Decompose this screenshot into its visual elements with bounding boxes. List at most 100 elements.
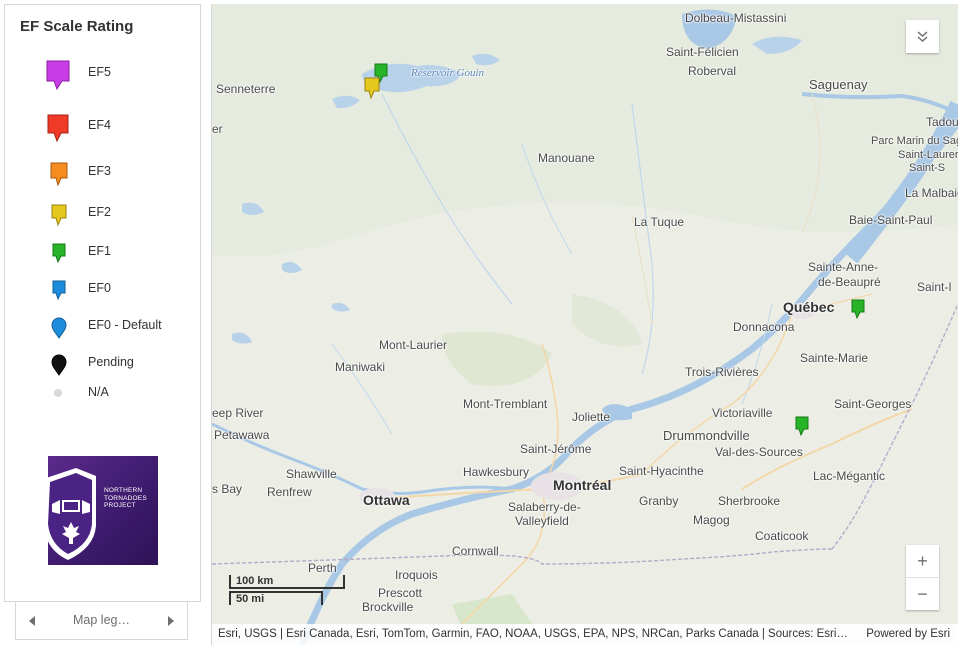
legend-title: EF Scale Rating xyxy=(20,18,134,35)
northern-tornadoes-project-logo: NORTHERN TORNADOES PROJECT xyxy=(48,456,158,565)
place-label: Tadou xyxy=(926,115,958,129)
place-label: Salaberry-de- xyxy=(508,500,581,514)
place-label: Québec xyxy=(783,299,835,315)
basemap xyxy=(212,4,958,645)
drop-ef0-default-icon xyxy=(51,317,67,339)
place-label: Perth xyxy=(308,561,337,575)
place-label: Mont-Laurier xyxy=(379,338,448,352)
place-label: eep River xyxy=(212,406,264,420)
place-label: Iroquois xyxy=(395,568,438,582)
place-label: er xyxy=(212,122,223,136)
legend-item-ef0: EF0 xyxy=(5,277,200,307)
pin-ef4-icon xyxy=(47,114,69,143)
pin-ef3-icon xyxy=(50,162,68,187)
place-label: Prescott xyxy=(378,586,423,600)
tornado-marker-ef2[interactable] xyxy=(363,76,381,100)
chevron-right-icon[interactable] xyxy=(165,614,177,628)
place-label: Saint-Félicien xyxy=(666,45,739,59)
legend-pager-label: Map leg… xyxy=(73,613,130,627)
place-label: Magog xyxy=(693,513,730,527)
zoom-in-button[interactable]: + xyxy=(906,545,939,577)
place-label: Saint-I xyxy=(917,280,952,294)
place-label: Shawville xyxy=(286,467,337,481)
legend-item-ef3: EF3 xyxy=(5,159,200,189)
pin-ef1-icon xyxy=(52,243,66,264)
place-label: La Tuque xyxy=(634,215,685,229)
place-label: Saint-Hyacinthe xyxy=(619,464,704,478)
place-label: Saguenay xyxy=(809,77,868,92)
zoom-controls: + − xyxy=(906,545,939,610)
place-label: Saint-Jérôme xyxy=(520,442,592,456)
place-label: Donnacona xyxy=(733,320,795,334)
place-label: Manouane xyxy=(538,151,595,165)
place-label: Sainte-Anne- xyxy=(808,260,879,274)
legend-item-ef1: EF1 xyxy=(5,240,200,270)
place-label: Granby xyxy=(639,494,679,508)
zoom-out-button[interactable]: − xyxy=(906,577,939,610)
place-label: Saint-Georges xyxy=(834,397,912,411)
place-label: Sainte-Marie xyxy=(800,351,869,365)
legend-label: EF0 - Default xyxy=(88,318,162,332)
place-label: Saint-S xyxy=(909,162,946,174)
place-label: Petawawa xyxy=(214,428,270,442)
place-label: Sherbrooke xyxy=(718,494,781,508)
dot-na-icon xyxy=(54,389,62,397)
legend-item-ef2: EF2 xyxy=(5,201,200,231)
place-label: Ottawa xyxy=(363,492,410,508)
place-label: de-Beaupré xyxy=(818,275,881,289)
scale-km: 100 km xyxy=(229,575,345,589)
tornado-marker-ef1[interactable] xyxy=(794,415,810,437)
place-label: La Malbaie xyxy=(905,186,958,200)
legend-label: EF0 xyxy=(88,281,111,295)
place-label: Val-des-Sources xyxy=(715,445,803,459)
place-label: Maniwaki xyxy=(335,360,386,374)
tornado-marker-ef1[interactable] xyxy=(850,298,866,320)
legend-item-pending: Pending xyxy=(5,351,200,381)
pin-ef0-icon xyxy=(52,280,66,301)
legend-item-ef5: EF5 xyxy=(5,57,200,91)
place-label: Renfrew xyxy=(267,485,312,499)
place-label: Montréal xyxy=(553,477,612,493)
drop-pending-icon xyxy=(51,354,67,376)
place-label: Dolbeau-Mistassini xyxy=(685,11,787,25)
place-label: Victoriaville xyxy=(712,406,773,420)
place-label: Cornwall xyxy=(452,544,499,558)
legend-item-ef4: EF4 xyxy=(5,111,200,143)
pin-ef2-icon xyxy=(51,204,67,227)
crest-icon xyxy=(48,468,96,560)
scale-mi: 50 mi xyxy=(229,591,323,605)
place-label: Coaticook xyxy=(755,529,809,543)
legend-item-na: N/A xyxy=(5,382,200,412)
legend-label: EF1 xyxy=(88,244,111,258)
powered-by-esri[interactable]: Powered by Esri xyxy=(866,624,950,645)
place-label: Hawkesbury xyxy=(463,465,530,479)
pin-ef5-icon xyxy=(46,60,70,91)
place-label: Brockville xyxy=(362,600,414,614)
place-label: Joliette xyxy=(572,410,611,424)
map-view[interactable]: Dolbeau-Mistassini Saint-Félicien Roberv… xyxy=(211,4,958,645)
place-label: Valleyfield xyxy=(515,514,569,528)
collapse-button[interactable] xyxy=(906,20,939,53)
place-label: Senneterre xyxy=(216,82,276,96)
legend-label: EF3 xyxy=(88,164,111,178)
attribution-text[interactable]: Esri, USGS | Esri Canada, Esri, TomTom, … xyxy=(218,624,850,645)
chevron-left-icon[interactable] xyxy=(26,614,38,628)
place-label: Mont-Tremblant xyxy=(463,397,548,411)
place-label: s Bay xyxy=(212,482,243,496)
place-label: Réservoir Gouin xyxy=(411,67,485,79)
place-label: Trois-Rivières xyxy=(685,365,759,379)
legend-item-ef0-default: EF0 - Default xyxy=(5,314,200,344)
legend-label: EF5 xyxy=(88,65,111,79)
legend-label: Pending xyxy=(88,355,134,369)
place-label: Drummondville xyxy=(663,428,750,443)
map-legend: EF Scale Rating EF5 EF4 EF3 EF2 EF1 EF0 … xyxy=(4,4,201,602)
place-label: Lac-Mégantic xyxy=(813,469,886,483)
place-label: Roberval xyxy=(688,64,737,78)
logo-text: NORTHERN TORNADOES PROJECT xyxy=(104,487,147,509)
legend-label: N/A xyxy=(88,385,109,399)
place-label: Parc Marin du Sag xyxy=(871,135,958,147)
legend-label: EF4 xyxy=(88,118,111,132)
place-label: Saint-Laurer xyxy=(898,149,958,161)
legend-pager: Map leg… xyxy=(15,602,188,640)
attribution-bar: Esri, USGS | Esri Canada, Esri, TomTom, … xyxy=(212,624,958,645)
